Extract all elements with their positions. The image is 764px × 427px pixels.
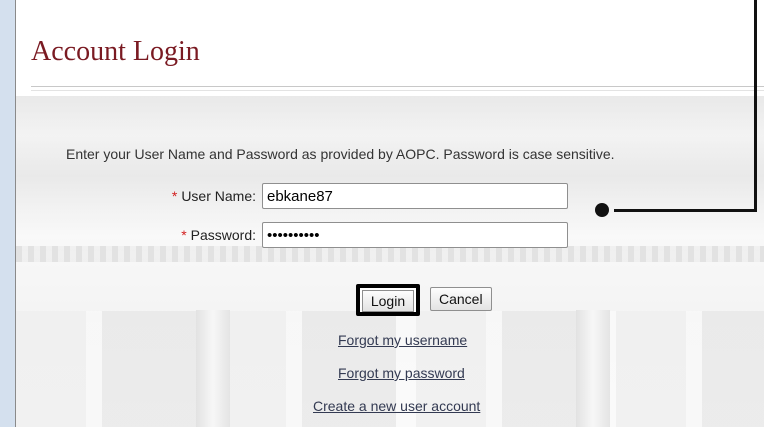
forgot-password-link[interactable]: Forgot my password: [338, 365, 465, 381]
password-label: * Password:: [146, 227, 256, 243]
password-row: * Password:: [146, 222, 568, 248]
background-column: [196, 310, 230, 427]
background-column: [576, 310, 610, 427]
callout-line-vertical: [754, 0, 757, 212]
callout-line-horizontal: [614, 209, 756, 212]
forgot-username-link[interactable]: Forgot my username: [338, 332, 467, 348]
password-input[interactable]: [262, 222, 568, 248]
title-divider: [31, 86, 764, 87]
username-input[interactable]: [262, 183, 568, 209]
login-button-highlight: Login: [356, 284, 420, 316]
password-label-text: Password:: [190, 227, 256, 243]
title-divider-shadow: [31, 90, 764, 91]
cancel-button[interactable]: Cancel: [430, 287, 492, 311]
login-button[interactable]: Login: [362, 290, 414, 312]
login-panel: Account Login Enter your User Name and P…: [15, 0, 764, 427]
username-label: * User Name:: [146, 188, 256, 204]
login-instructions: Enter your User Name and Password as pro…: [66, 146, 615, 162]
callout-dot: [595, 203, 609, 217]
username-row: * User Name:: [146, 183, 568, 209]
required-marker: *: [181, 227, 187, 243]
create-account-link[interactable]: Create a new user account: [313, 398, 480, 414]
required-marker: *: [171, 188, 178, 204]
page-title: Account Login: [31, 36, 200, 67]
username-label-text: User Name:: [181, 188, 256, 204]
